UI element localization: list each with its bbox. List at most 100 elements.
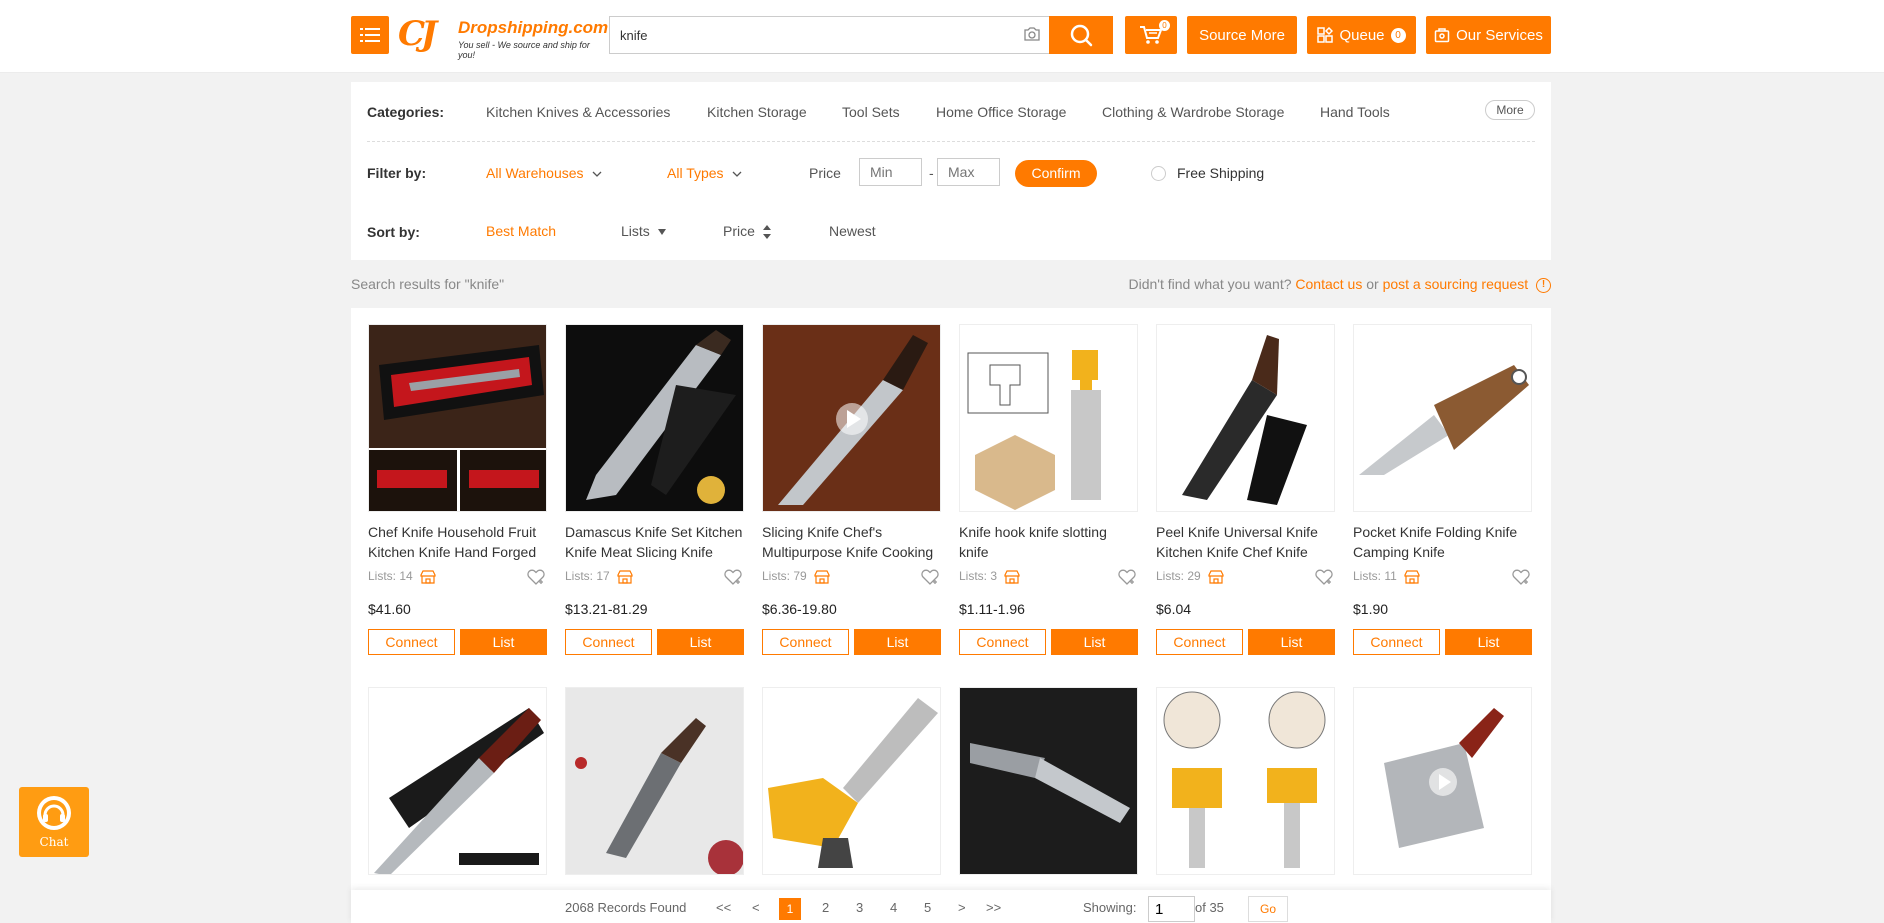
connect-button[interactable]: Connect xyxy=(959,629,1046,655)
product-card[interactable]: Pocket Knife Folding Knife Camping Knife… xyxy=(1353,324,1532,655)
list-button[interactable]: List xyxy=(657,629,744,655)
next-page-button[interactable]: > xyxy=(958,900,966,915)
sourcing-request-link[interactable]: post a sourcing request xyxy=(1383,276,1529,292)
sort-price[interactable]: Price xyxy=(723,223,772,240)
product-title[interactable]: Pocket Knife Folding Knife Camping Knife xyxy=(1353,522,1532,562)
product-card[interactable]: Knife hook knife slotting knife Lists: 3… xyxy=(959,324,1138,655)
page-4[interactable]: 4 xyxy=(890,900,897,915)
more-categories-button[interactable]: More xyxy=(1485,100,1535,120)
page-1[interactable]: 1 xyxy=(779,898,801,920)
list-button[interactable]: List xyxy=(1248,629,1335,655)
page-5[interactable]: 5 xyxy=(924,900,931,915)
knife-gift-box-image xyxy=(369,325,546,511)
category-clothing-storage[interactable]: Clothing & Wardrobe Storage xyxy=(1102,104,1284,120)
product-image[interactable] xyxy=(762,687,941,875)
search-box xyxy=(609,16,1049,54)
folding-knife-dark-image xyxy=(960,688,1137,874)
product-image[interactable] xyxy=(368,324,547,512)
product-title[interactable]: Slicing Knife Chef's Multipurpose Knife … xyxy=(762,522,941,562)
page-2[interactable]: 2 xyxy=(822,900,829,915)
product-image[interactable] xyxy=(1156,687,1335,875)
product-card[interactable] xyxy=(1353,687,1532,875)
sort-best-match[interactable]: Best Match xyxy=(486,223,556,239)
menu-button[interactable] xyxy=(351,16,389,54)
product-title[interactable]: Peel Knife Universal Knife Kitchen Knife… xyxy=(1156,522,1335,562)
heart-icon[interactable] xyxy=(1512,569,1530,585)
sort-lists[interactable]: Lists xyxy=(621,223,667,239)
product-image[interactable] xyxy=(368,687,547,875)
page-number-input[interactable] xyxy=(1148,896,1195,922)
contact-us-link[interactable]: Contact us xyxy=(1295,276,1362,292)
warehouse-dropdown[interactable]: All Warehouses xyxy=(486,165,602,181)
product-price: $1.11-1.96 xyxy=(959,601,1025,617)
search-input[interactable] xyxy=(610,17,1010,53)
connect-button[interactable]: Connect xyxy=(762,629,849,655)
price-min-input[interactable] xyxy=(859,158,922,186)
category-hand-tools[interactable]: Hand Tools xyxy=(1320,104,1390,120)
info-icon[interactable]: ! xyxy=(1536,277,1551,293)
product-card[interactable] xyxy=(959,687,1138,875)
product-image[interactable] xyxy=(565,324,744,512)
connect-button[interactable]: Connect xyxy=(1156,629,1243,655)
search-button[interactable] xyxy=(1049,16,1113,54)
heart-icon[interactable] xyxy=(527,569,545,585)
page-3[interactable]: 3 xyxy=(856,900,863,915)
store-icon xyxy=(814,570,830,584)
product-lists-count: Lists: 14 xyxy=(368,569,413,583)
product-card[interactable] xyxy=(565,687,744,875)
cj-logo[interactable]: CJ Dropshipping.com You sell - We source… xyxy=(398,14,608,60)
free-shipping-label[interactable]: Free Shipping xyxy=(1177,165,1264,181)
product-lists-count: Lists: 79 xyxy=(762,569,807,583)
heart-icon[interactable] xyxy=(1118,569,1136,585)
free-shipping-radio[interactable] xyxy=(1151,166,1166,181)
product-card[interactable]: Slicing Knife Chef's Multipurpose Knife … xyxy=(762,324,941,655)
chat-widget[interactable]: Chat xyxy=(19,787,89,857)
product-image[interactable] xyxy=(1156,324,1335,512)
product-image[interactable] xyxy=(1353,687,1532,875)
connect-button[interactable]: Connect xyxy=(368,629,455,655)
price-label: Price xyxy=(809,165,841,181)
sort-newest[interactable]: Newest xyxy=(829,223,876,239)
category-home-office-storage[interactable]: Home Office Storage xyxy=(936,104,1066,120)
list-button[interactable]: List xyxy=(854,629,941,655)
confirm-price-button[interactable]: Confirm xyxy=(1015,160,1097,187)
last-page-button[interactable]: >> xyxy=(986,900,1001,915)
product-title[interactable]: Damascus Knife Set Kitchen Knife Meat Sl… xyxy=(565,522,744,562)
product-card[interactable]: Damascus Knife Set Kitchen Knife Meat Sl… xyxy=(565,324,744,655)
heart-icon[interactable] xyxy=(1315,569,1333,585)
category-kitchen-knives[interactable]: Kitchen Knives & Accessories xyxy=(486,104,670,120)
product-image[interactable] xyxy=(959,687,1138,875)
heart-icon[interactable] xyxy=(724,569,742,585)
product-image[interactable] xyxy=(565,687,744,875)
prev-page-button[interactable]: < xyxy=(752,900,760,915)
queue-button[interactable]: Queue 0 xyxy=(1307,16,1416,54)
source-more-button[interactable]: Source More xyxy=(1187,16,1297,54)
category-kitchen-storage[interactable]: Kitchen Storage xyxy=(707,104,807,120)
product-card[interactable]: Peel Knife Universal Knife Kitchen Knife… xyxy=(1156,324,1335,655)
list-button[interactable]: List xyxy=(460,629,547,655)
price-max-input[interactable] xyxy=(937,158,1000,186)
product-title[interactable]: Chef Knife Household Fruit Kitchen Knife… xyxy=(368,522,547,562)
product-card[interactable]: Chef Knife Household Fruit Kitchen Knife… xyxy=(368,324,547,655)
connect-button[interactable]: Connect xyxy=(1353,629,1440,655)
our-services-button[interactable]: Our Services xyxy=(1426,16,1551,54)
list-button[interactable]: List xyxy=(1445,629,1532,655)
cart-button[interactable]: 0 xyxy=(1125,16,1177,54)
camera-icon[interactable] xyxy=(1023,26,1041,42)
product-image[interactable] xyxy=(762,324,941,512)
connect-button[interactable]: Connect xyxy=(565,629,652,655)
category-tool-sets[interactable]: Tool Sets xyxy=(842,104,900,120)
product-image[interactable] xyxy=(1353,324,1532,512)
first-page-button[interactable]: << xyxy=(716,900,731,915)
product-card[interactable] xyxy=(368,687,547,875)
product-title[interactable]: Knife hook knife slotting knife xyxy=(959,522,1138,562)
product-card[interactable] xyxy=(1156,687,1335,875)
heart-icon[interactable] xyxy=(921,569,939,585)
warehouse-dropdown-label: All Warehouses xyxy=(486,165,584,181)
sort-price-label: Price xyxy=(723,223,755,239)
product-image[interactable] xyxy=(959,324,1138,512)
types-dropdown[interactable]: All Types xyxy=(667,165,742,181)
go-button[interactable]: Go xyxy=(1248,896,1288,922)
product-card[interactable] xyxy=(762,687,941,875)
list-button[interactable]: List xyxy=(1051,629,1138,655)
